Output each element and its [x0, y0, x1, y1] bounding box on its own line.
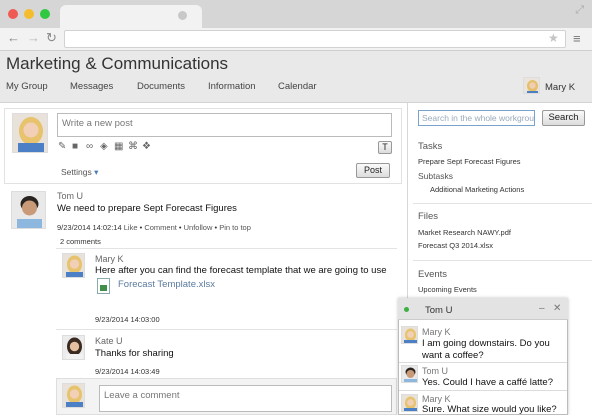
chat-minimize-button[interactable]: – — [539, 303, 545, 314]
bookmark-star-icon[interactable]: ★ — [548, 31, 559, 45]
comment-link[interactable]: Comment — [144, 223, 177, 232]
like-link[interactable]: Like — [124, 223, 138, 232]
chat-message-text: Sure. What size would you like? — [422, 404, 557, 415]
post-timestamp: 9/23/2014 14:02:14 — [57, 223, 122, 232]
comment-timestamp: 9/23/2014 14:03:49 — [95, 367, 160, 376]
file-item[interactable]: Forecast Q3 2014.xlsx — [418, 241, 493, 250]
window-close-button[interactable] — [8, 9, 18, 19]
nav-my-group[interactable]: My Group — [6, 81, 48, 92]
nav-information[interactable]: Information — [208, 81, 256, 92]
divider — [56, 329, 397, 330]
sidebar-edge — [568, 298, 592, 415]
fullscreen-icon[interactable]: ⤢ — [575, 4, 584, 17]
comment-composer-avatar — [62, 383, 85, 408]
comment-avatar — [62, 253, 85, 278]
settings-label: Settings — [61, 167, 92, 177]
page-title: Marketing & Communications — [6, 54, 229, 73]
link-icon[interactable]: ∞ — [86, 141, 93, 152]
file-item[interactable]: Market Research NAWY.pdf — [418, 228, 511, 237]
online-status-icon — [404, 307, 409, 312]
workgroup-search-input[interactable]: Search in the whole workgroup — [418, 110, 535, 126]
divider — [413, 203, 592, 204]
nav-documents[interactable]: Documents — [137, 81, 185, 92]
post-author[interactable]: Tom U — [57, 191, 83, 201]
forward-icon[interactable]: → — [27, 30, 40, 45]
comment-text: Here after you can find the forecast tem… — [95, 265, 387, 276]
divider — [399, 390, 567, 391]
dropbox-icon[interactable]: ❖ — [142, 141, 151, 152]
comment-author[interactable]: Kate U — [95, 336, 123, 346]
xlsx-file-icon — [97, 278, 110, 294]
upcoming-events-link[interactable]: Upcoming Events — [418, 285, 477, 294]
browser-menu-icon[interactable]: ≡ — [573, 31, 581, 46]
chevron-down-icon: ▾ — [94, 167, 99, 177]
subtask-item[interactable]: Additional Marketing Actions — [430, 185, 524, 194]
events-heading: Events — [418, 269, 448, 280]
comment-author[interactable]: Mary K — [95, 254, 124, 264]
post-text: We need to prepare Sept Forecast Figures — [57, 203, 237, 214]
tab-close-icon[interactable] — [178, 11, 187, 20]
divider — [413, 260, 592, 261]
window-maximize-button[interactable] — [40, 9, 50, 19]
new-post-input[interactable]: Write a new post — [57, 113, 392, 137]
unfollow-link[interactable]: Unfollow — [184, 223, 213, 232]
tag-icon[interactable]: ◈ — [100, 141, 108, 152]
pin-to-top-link[interactable]: Pin to top — [219, 223, 251, 232]
nav-messages[interactable]: Messages — [70, 81, 113, 92]
task-item[interactable]: Prepare Sept Forecast Figures — [418, 157, 521, 166]
comments-count[interactable]: 2 comments — [60, 237, 101, 246]
calendar-icon[interactable]: ▦ — [114, 141, 123, 152]
back-icon[interactable]: ← — [7, 30, 20, 45]
chat-message-author: Tom U — [422, 366, 449, 376]
chat-message-author: Mary K — [422, 394, 451, 404]
reload-icon[interactable]: ↻ — [46, 30, 57, 46]
attachment-icon[interactable]: ⌘ — [128, 141, 138, 152]
subtasks-heading: Subtasks — [418, 171, 453, 181]
attachment-link[interactable]: Forecast Template.xlsx — [118, 279, 215, 290]
nav-calendar[interactable]: Calendar — [278, 81, 317, 92]
post-author-avatar — [11, 191, 46, 229]
post-meta: 9/23/2014 14:02:14 Like • Comment • Unfo… — [57, 223, 251, 232]
user-avatar[interactable] — [523, 77, 540, 94]
search-button[interactable]: Search — [542, 110, 585, 126]
comment-avatar — [62, 335, 85, 360]
text-format-button[interactable]: T — [378, 141, 392, 154]
settings-dropdown[interactable]: Settings ▾ — [61, 167, 98, 178]
address-bar[interactable] — [64, 30, 566, 48]
comment-text: Thanks for sharing — [95, 348, 174, 359]
comment-input[interactable]: Leave a comment — [99, 385, 392, 412]
chat-message-text: Yes. Could I have a caffé latte? — [422, 377, 553, 388]
window-minimize-button[interactable] — [24, 9, 34, 19]
chat-avatar — [401, 326, 418, 344]
user-name[interactable]: Mary K — [545, 82, 575, 93]
post-button[interactable]: Post — [356, 163, 390, 178]
chat-message-author: Mary K — [422, 327, 451, 337]
chat-message-text: I am going downstairs. Do you want a cof… — [422, 338, 550, 361]
chat-title: Tom U — [425, 305, 453, 316]
comment-timestamp: 9/23/2014 14:03:00 — [95, 315, 160, 324]
tasks-heading: Tasks — [418, 141, 443, 152]
composer-avatar — [12, 113, 48, 153]
divider — [56, 248, 397, 249]
chat-avatar — [401, 394, 418, 412]
files-heading: Files — [418, 211, 439, 222]
chat-close-button[interactable]: ✕ — [553, 303, 561, 314]
chat-avatar — [401, 365, 418, 383]
camera-icon[interactable]: ■ — [72, 141, 78, 152]
divider — [399, 362, 567, 363]
pen-icon[interactable]: ✎ — [58, 141, 66, 152]
